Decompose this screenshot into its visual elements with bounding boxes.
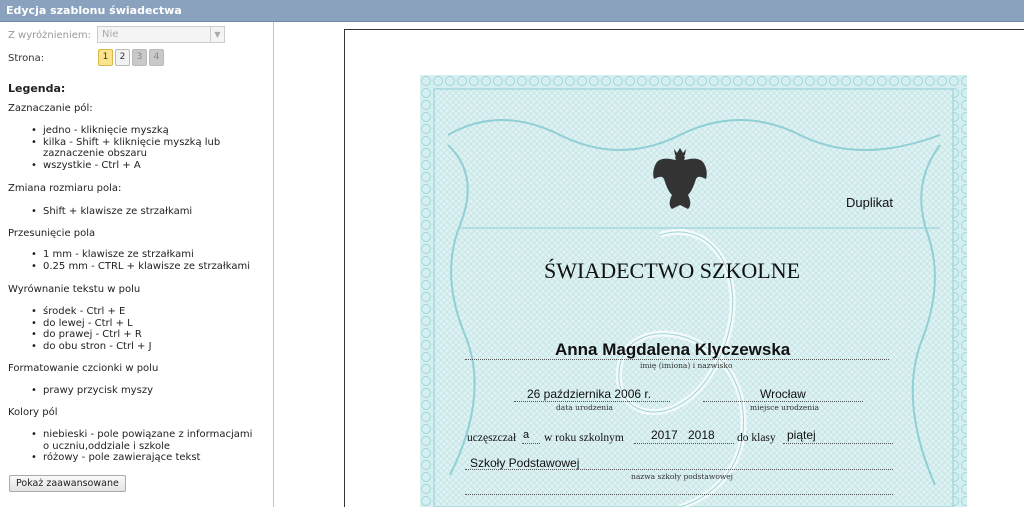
legend-item: różowy - pole zawierające tekst	[31, 452, 261, 464]
distinction-select[interactable]: Nie ▼	[97, 26, 225, 43]
school-dotline	[465, 469, 893, 470]
birth-date-dotline	[514, 401, 670, 402]
page-label: Strona:	[8, 53, 45, 64]
page-button-3[interactable]: 3	[132, 49, 147, 66]
legend-section-title: Zaznaczanie pól:	[8, 103, 93, 114]
class-dotline	[783, 443, 893, 444]
page-button-4[interactable]: 4	[149, 49, 164, 66]
distinction-label: Z wyróżnieniem:	[8, 30, 92, 41]
attended-suffix-field[interactable]: a	[523, 429, 529, 441]
legend-item: Shift + klawisze ze strzałkami	[31, 206, 261, 218]
show-advanced-button[interactable]: Pokaż zaawansowane	[9, 475, 126, 492]
legend-item: jedno - kliknięcie myszką	[31, 125, 261, 137]
page-button-2[interactable]: 2	[115, 49, 130, 66]
legend-section-title: Kolory pól	[8, 407, 58, 418]
legend-item: prawy przycisk myszy	[31, 385, 261, 397]
legend-list: środek - Ctrl + E do lewej - Ctrl + L do…	[31, 306, 261, 352]
window-titlebar: Edycja szablonu świadectwa	[0, 0, 1024, 22]
suffix-dotline	[522, 443, 540, 444]
school-name-field[interactable]: Szkoły Podstawowej	[470, 456, 579, 470]
certificate-heading: ŚWIADECTWO SZKOLNE	[544, 258, 801, 283]
window-title: Edycja szablonu świadectwa	[6, 4, 182, 17]
legend-list: 1 mm - klawisze ze strzałkami 0.25 mm - …	[31, 249, 261, 272]
certificate-page: Duplikat ŚWIADECTWO SZKOLNE Anna Magdale…	[420, 75, 967, 507]
duplicate-label: Duplikat	[846, 195, 893, 210]
class-value-field[interactable]: piątej	[787, 428, 816, 442]
student-name-field[interactable]: Anna Magdalena Klyczewska	[555, 340, 790, 360]
legend-section-title: Przesunięcie pola	[8, 228, 96, 239]
birth-place-dotline	[703, 401, 863, 402]
class-label: do klasy	[737, 432, 776, 444]
birth-date-field[interactable]: 26 października 2006 r.	[527, 387, 651, 401]
legend-item: do lewej - Ctrl + L	[31, 318, 261, 330]
year-dotline	[634, 443, 734, 444]
school-year-label: w roku szkolnym	[544, 432, 624, 444]
extra-dotline	[465, 494, 893, 495]
birth-place-field[interactable]: Wrocław	[760, 387, 806, 401]
distinction-select-value: Nie	[102, 29, 119, 40]
legend-section-title: Formatowanie czcionki w polu	[8, 363, 159, 374]
legend-list: jedno - kliknięcie myszką kilka - Shift …	[31, 125, 261, 171]
attended-label: uczęszczał	[467, 432, 517, 444]
page-selector: 1 2 3 4	[98, 49, 164, 66]
legend-item: 1 mm - klawisze ze strzałkami	[31, 249, 261, 261]
birth-date-caption: data urodzenia	[556, 403, 613, 412]
legend-item: do obu stron - Ctrl + J	[31, 341, 261, 353]
legend-item: niebieski - pole powiązane z informacjam…	[31, 429, 261, 452]
legend-title: Legenda:	[8, 82, 66, 95]
legend-item: do prawej - Ctrl + R	[31, 329, 261, 341]
legend-item: środek - Ctrl + E	[31, 306, 261, 318]
sidebar-panel: Z wyróżnieniem: Nie ▼ Strona: 1 2 3 4 Le…	[0, 22, 274, 507]
school-caption: nazwa szkoły podstawowej	[631, 472, 734, 481]
legend-list: niebieski - pole powiązane z informacjam…	[31, 429, 261, 464]
name-caption: imię (imiona) i nazwisko	[640, 361, 733, 370]
legend-section-title: Wyrównanie tekstu w polu	[8, 284, 141, 295]
name-dotline	[465, 359, 889, 360]
legend-item: 0.25 mm - CTRL + klawisze ze strzałkami	[31, 261, 261, 273]
legend-item: wszystkie - Ctrl + A	[31, 160, 261, 172]
legend-item: kilka - Shift + kliknięcie myszką lub za…	[31, 137, 261, 160]
legend-section-title: Zmiana rozmiaru pola:	[8, 183, 122, 194]
page-button-1[interactable]: 1	[98, 49, 113, 66]
birth-place-caption: miejsce urodzenia	[750, 403, 819, 412]
legend-list: prawy przycisk myszy	[31, 385, 261, 397]
year-from-field[interactable]: 2017	[651, 428, 678, 442]
legend-list: Shift + klawisze ze strzałkami	[31, 206, 261, 218]
chevron-down-icon: ▼	[210, 27, 224, 42]
year-to-field[interactable]: 2018	[688, 428, 715, 442]
